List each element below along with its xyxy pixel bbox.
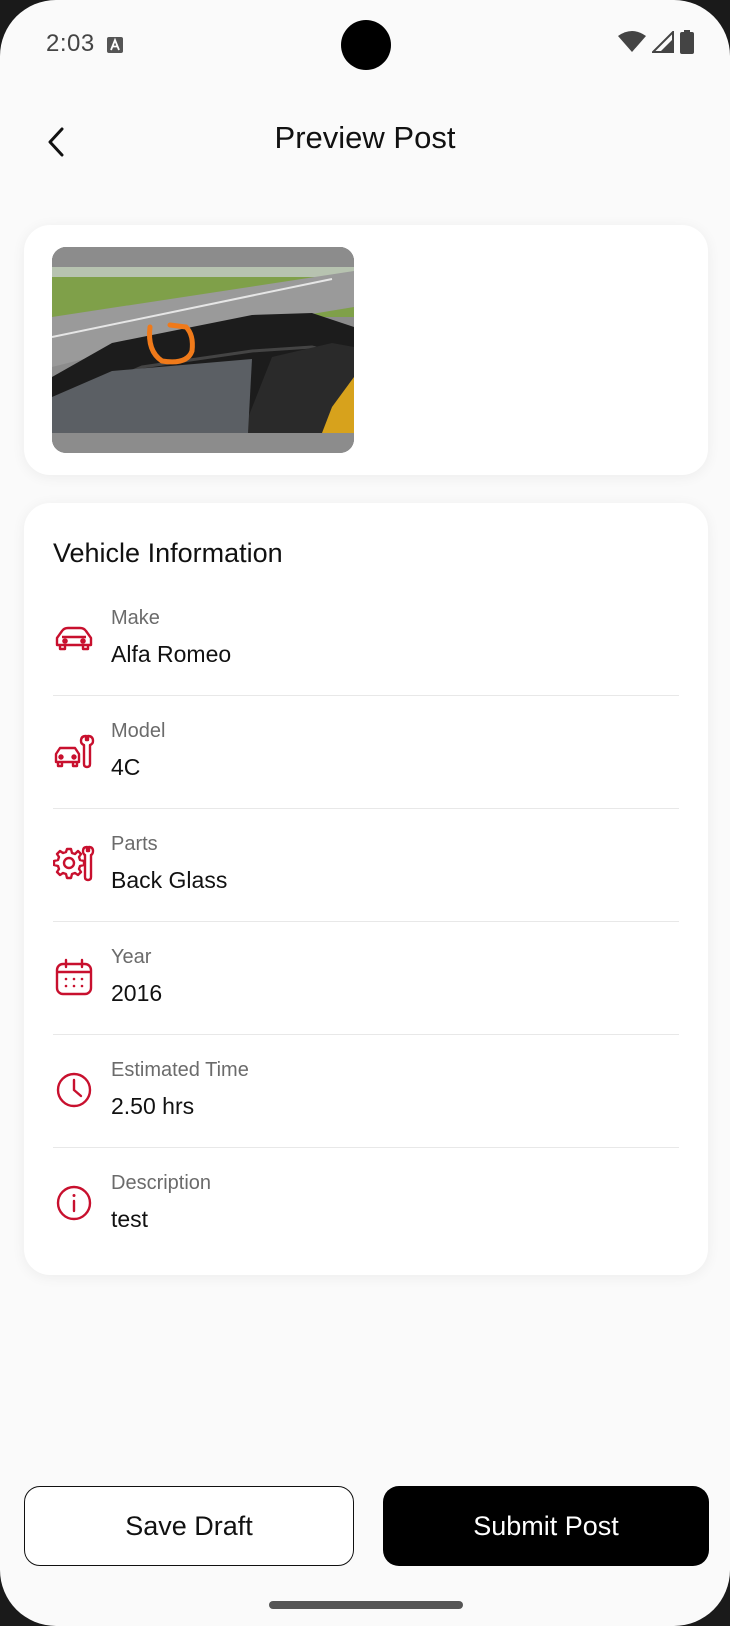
status-bar: 2:03 <box>0 0 730 90</box>
status-time: 2:03 <box>46 30 95 57</box>
clock-icon <box>53 1069 95 1111</box>
home-indicator[interactable] <box>269 1601 463 1609</box>
info-value: 2.50 hrs <box>111 1093 195 1119</box>
battery-icon <box>680 30 694 59</box>
app-header: Preview Post <box>0 100 730 180</box>
vehicle-photo[interactable] <box>52 247 354 453</box>
signal-icon <box>650 29 674 58</box>
vehicle-info-card: Vehicle Information Make Alfa Romeo Mode… <box>24 503 708 1275</box>
car-icon <box>53 617 95 659</box>
phone-screen: 2:03 Preview Post Vehicle Information Ma… <box>0 0 730 1626</box>
info-label: Year <box>111 946 152 968</box>
info-row-model: Model 4C <box>53 696 679 809</box>
info-label: Description <box>111 1172 212 1194</box>
submit-post-button[interactable]: Submit Post <box>383 1486 709 1566</box>
info-value: 2016 <box>111 980 163 1006</box>
calendar-icon <box>53 956 95 998</box>
notification-app-icon <box>106 36 124 54</box>
info-label: Model <box>111 720 166 742</box>
info-value: 4C <box>111 754 141 780</box>
info-row-parts: Parts Back Glass <box>52 809 679 922</box>
info-row-description: Description test <box>53 1148 679 1261</box>
info-value: test <box>111 1206 149 1232</box>
info-row-estimated-time: Estimated Time 2.50 hrs <box>53 1035 679 1148</box>
camera-cutout <box>341 20 391 70</box>
status-icons <box>618 29 694 59</box>
info-label: Parts <box>111 833 158 855</box>
info-value: Alfa Romeo <box>111 641 232 667</box>
wifi-icon <box>618 31 646 58</box>
car-repair-icon <box>53 730 95 772</box>
info-row-make: Make Alfa Romeo <box>53 583 679 696</box>
info-label: Estimated Time <box>111 1059 249 1081</box>
save-draft-button[interactable]: Save Draft <box>24 1486 354 1566</box>
section-title: Vehicle Information <box>53 538 283 568</box>
info-value: Back Glass <box>111 867 228 893</box>
info-row-year: Year 2016 <box>53 922 679 1035</box>
info-icon <box>53 1182 95 1224</box>
page-title: Preview Post <box>274 120 456 155</box>
info-list: Make Alfa Romeo Model 4C Parts Back Glas… <box>52 583 679 1261</box>
photo-card <box>24 225 708 475</box>
info-label: Make <box>111 607 160 629</box>
gear-wrench-icon <box>52 843 95 885</box>
